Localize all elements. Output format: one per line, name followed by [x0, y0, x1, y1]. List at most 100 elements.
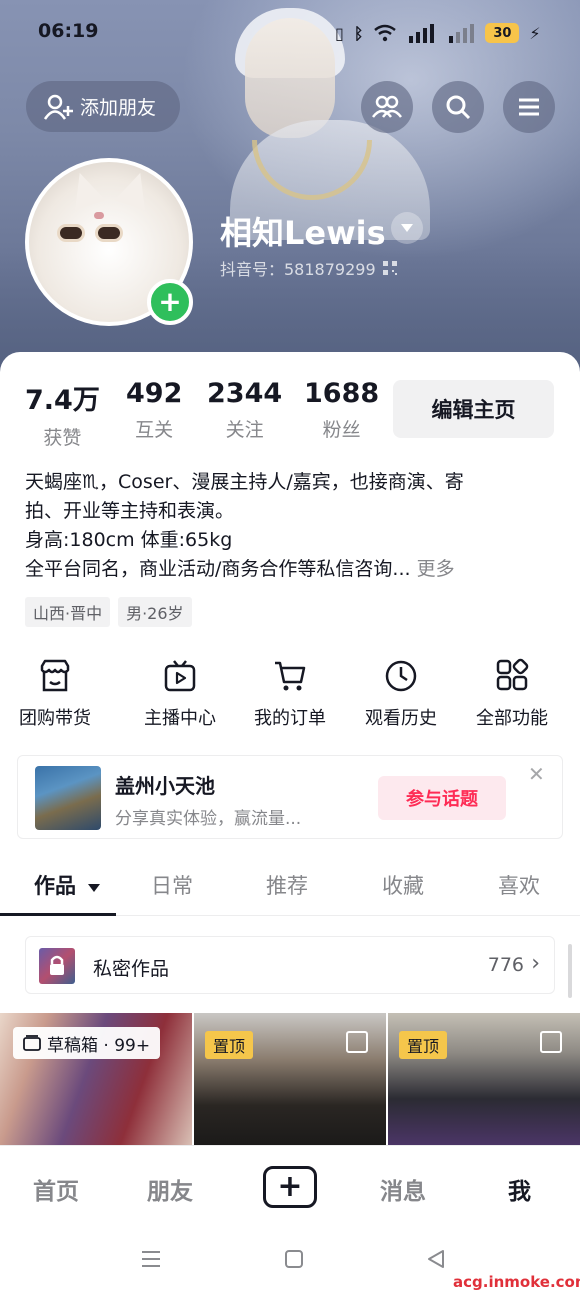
close-icon[interactable]: ✕ [528, 762, 545, 786]
select-checkbox[interactable] [346, 1031, 368, 1053]
bio-line-last: 全平台同名，商业活动/商务合作等私信咨询... 更多 [25, 555, 565, 584]
vibrate-icon: ▯ [335, 23, 344, 43]
private-works-thumbnail [39, 948, 75, 984]
tab-works[interactable]: 作品 [34, 870, 101, 900]
friends-icon [372, 95, 402, 118]
func-label: 全部功能 [476, 708, 548, 729]
status-bar: 06:19 ▯ ᛒ 30 ⚡ [0, 0, 580, 64]
home-icon[interactable] [284, 1249, 304, 1269]
menu-button[interactable] [503, 81, 555, 133]
stat-following[interactable]: 2344 关注 [207, 378, 282, 442]
join-topic-button[interactable]: 参与话题 [378, 776, 506, 820]
signal-icon [409, 24, 435, 43]
scrollbar[interactable] [568, 944, 572, 998]
nav-home[interactable]: 首页 [33, 1172, 79, 1206]
func-my-orders[interactable]: 我的订单 [235, 658, 345, 730]
recent-apps-icon[interactable] [140, 1249, 162, 1269]
stat-following-label: 关注 [225, 419, 264, 441]
stat-likes-value: 7.4万 [25, 385, 100, 416]
pinned-video-thumbnail[interactable]: 置顶 [194, 1013, 386, 1145]
stat-mutual-label: 互关 [135, 419, 174, 441]
grid-icon [496, 658, 529, 691]
nav-messages[interactable]: 消息 [380, 1172, 426, 1206]
lock-icon [50, 955, 64, 975]
stat-followers[interactable]: 1688 粉丝 [304, 378, 379, 442]
gender-age-tag: 男·26岁 [118, 597, 192, 627]
bio-more-link[interactable]: 更多 [417, 558, 455, 580]
topic-title: 盖州小天池 [115, 774, 215, 798]
func-all-features[interactable]: 全部功能 [457, 658, 567, 730]
edit-profile-button[interactable]: 编辑主页 [393, 380, 554, 438]
sunglasses-left [57, 224, 85, 242]
tv-icon [164, 660, 196, 692]
tab-likes[interactable]: 喜欢 [498, 870, 540, 900]
nav-friends[interactable]: 朋友 [147, 1172, 193, 1206]
avatar-add-button[interactable]: + [147, 279, 193, 325]
stat-followers-value: 1688 [304, 378, 380, 409]
add-user-icon [44, 94, 73, 120]
stat-mutual[interactable]: 492 互关 [126, 378, 182, 442]
topic-thumbnail [35, 766, 101, 830]
stat-followers-label: 粉丝 [322, 419, 361, 441]
tab-recommended[interactable]: 推荐 [266, 870, 308, 900]
func-label: 观看历史 [365, 708, 437, 729]
add-friend-label: 添加朋友 [80, 97, 157, 119]
nav-me[interactable]: 我 [508, 1172, 531, 1206]
func-label: 我的订单 [254, 708, 326, 729]
cat-ear-right [114, 167, 156, 211]
func-anchor-center[interactable]: 主播中心 [125, 658, 235, 730]
stat-likes-label: 获赞 [43, 427, 82, 449]
profile-tags: 山西·晋中 男·26岁 [25, 597, 192, 627]
draft-box-label: 草稿箱 · 99+ [47, 1035, 151, 1056]
add-friend-button[interactable]: 添加朋友 [26, 81, 180, 132]
active-tab-indicator [0, 913, 116, 916]
tab-label: 作品 [34, 874, 76, 898]
function-shortcuts: 团购带货 主播中心 我的订单 观看历史 全部功能 [0, 658, 580, 738]
topic-banner[interactable]: 盖州小天池 分享真实体验，赢流量... 参与话题 ✕ [17, 755, 563, 839]
bio: 天蝎座♏，Coser、漫展主持人/嘉宾，也接商演、寄 拍、开业等主持和表演。 身… [25, 468, 565, 584]
douyin-id[interactable]: 抖音号：581879299 [220, 256, 398, 280]
func-label: 主播中心 [144, 708, 216, 729]
caret-down-icon [88, 884, 101, 892]
sunglasses-right [95, 224, 123, 242]
draft-box-badge: 草稿箱 · 99+ [13, 1027, 161, 1059]
location-tag: 山西·晋中 [25, 597, 111, 627]
system-icons: ▯ ᛒ 30 ⚡ [335, 20, 541, 46]
func-watch-history[interactable]: 观看历史 [346, 658, 456, 730]
douyin-id-text: 抖音号：581879299 [220, 260, 376, 279]
select-checkbox[interactable] [540, 1031, 562, 1053]
bio-line: 全平台同名，商业活动/商务合作等私信咨询... [25, 558, 411, 580]
private-works-row[interactable]: 私密作品 776 › [25, 936, 555, 994]
topic-subtitle: 分享真实体验，赢流量... [115, 809, 302, 829]
menu-icon [519, 98, 539, 116]
content-tabs: 作品 日常 推荐 收藏 喜欢 [0, 858, 580, 916]
signal-icon-secondary [449, 24, 475, 43]
works-grid: 草稿箱 · 99+ 置顶 置顶 [0, 1013, 580, 1145]
bio-line: 身高:180cm 体重:65kg [25, 529, 233, 551]
back-icon[interactable] [426, 1249, 446, 1269]
bio-line: 天蝎座♏，Coser、漫展主持人/嘉宾，也接商演、寄 [25, 471, 464, 493]
private-works-count: 776 [487, 954, 524, 976]
stat-following-value: 2344 [207, 378, 283, 409]
draft-box-thumbnail[interactable]: 草稿箱 · 99+ [0, 1013, 192, 1145]
chevron-down-icon [401, 224, 413, 232]
qrcode-icon [382, 261, 397, 275]
search-button[interactable] [432, 81, 484, 133]
cat-nose [94, 212, 104, 219]
shop-icon [40, 659, 70, 692]
account-switch-button[interactable] [391, 212, 423, 244]
stat-likes[interactable]: 7.4万 获赞 [25, 378, 100, 450]
chevron-right-icon: › [531, 951, 540, 976]
tab-favorites[interactable]: 收藏 [382, 870, 424, 900]
search-icon [446, 95, 471, 120]
func-group-buy[interactable]: 团购带货 [0, 658, 110, 730]
battery-indicator: 30 [485, 23, 520, 43]
friends-button[interactable] [361, 81, 413, 133]
func-label: 团购带货 [19, 708, 91, 729]
pinned-video-thumbnail[interactable]: 置顶 [388, 1013, 580, 1145]
cat-ear-left [64, 167, 106, 211]
tab-daily[interactable]: 日常 [151, 870, 193, 900]
create-post-button[interactable]: + [263, 1166, 317, 1208]
cart-icon [275, 661, 306, 691]
watermark-text: acg.inmoke.com [453, 1273, 580, 1291]
